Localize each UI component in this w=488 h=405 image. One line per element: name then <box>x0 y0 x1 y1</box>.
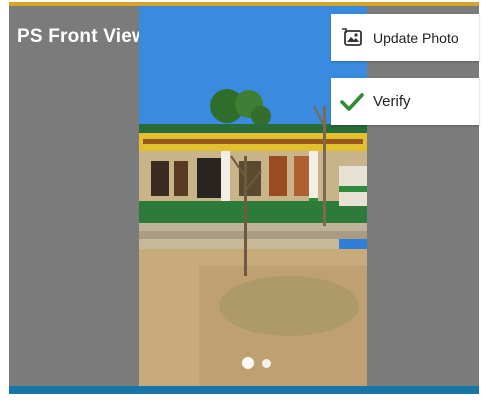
verify-button[interactable]: Verify <box>331 78 479 125</box>
verify-label: Verify <box>373 93 411 110</box>
update-photo-label: Update Photo <box>373 29 459 46</box>
image-edit-icon <box>339 25 365 51</box>
carousel-dot-active[interactable] <box>242 357 254 369</box>
school-front-photo[interactable] <box>139 6 367 389</box>
page-title: PS Front View <box>17 26 147 47</box>
bottom-accent-bar <box>9 386 479 394</box>
carousel-dot[interactable] <box>262 358 271 368</box>
carousel-dots <box>242 357 271 369</box>
update-photo-button[interactable]: Update Photo <box>331 14 479 61</box>
photo-illustration <box>139 6 367 389</box>
check-icon <box>339 89 365 115</box>
